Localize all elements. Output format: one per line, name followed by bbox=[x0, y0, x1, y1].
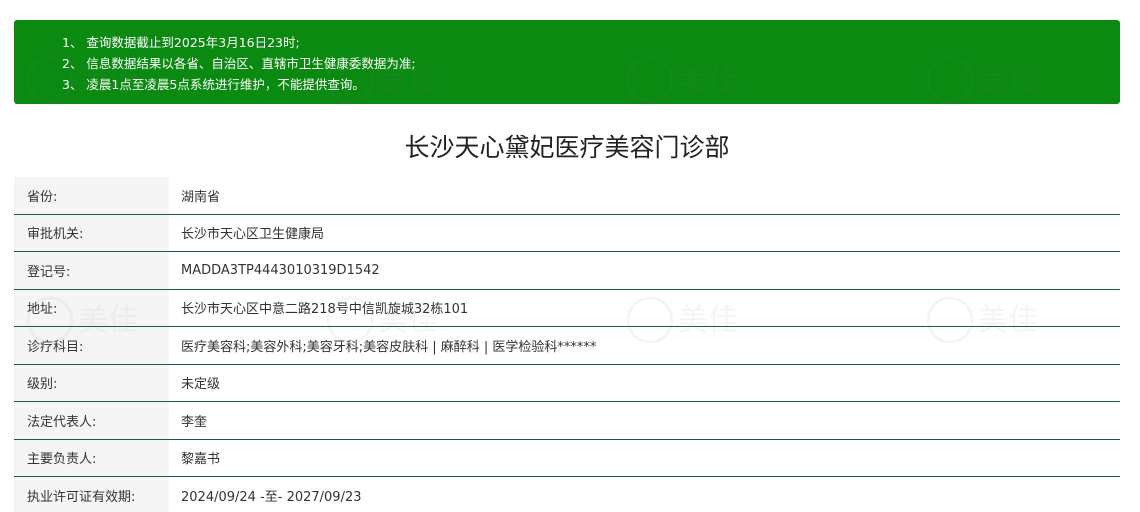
table-row: 登记号: MADDA3TP4443010319D1542 bbox=[14, 252, 1120, 290]
row-label: 主要负责人: bbox=[14, 439, 169, 476]
row-label: 诊疗科目: bbox=[14, 327, 169, 364]
row-value: 长沙市天心区卫生健康局 bbox=[181, 227, 325, 243]
notice-banner: 1、 查询数据截止到2025年3月16日23时; 2、 信息数据结果以各省、自治… bbox=[14, 20, 1120, 104]
table-row: 法定代表人: 李奎 bbox=[14, 402, 1120, 440]
table-row: 级别: 未定级 bbox=[14, 364, 1120, 402]
row-value: 医疗美容科;美容外科;美容牙科;美容皮肤科 | 麻醉科 | 医学检验科*****… bbox=[181, 339, 597, 355]
table-row: 省份: 湖南省 bbox=[14, 177, 1120, 215]
row-label: 执业许可证有效期: bbox=[14, 477, 169, 512]
notice-line-3: 3、 凌晨1点至凌晨5点系统进行维护，不能提供查询。 bbox=[62, 77, 365, 92]
row-value: 未定级 bbox=[181, 377, 221, 393]
row-value: MADDA3TP4443010319D1542 bbox=[181, 262, 380, 278]
row-value: 李奎 bbox=[181, 414, 208, 430]
notice-line-1: 1、 查询数据截止到2025年3月16日23时; bbox=[62, 35, 300, 50]
row-value: 长沙市天心区中意二路218号中信凯旋城32栋101 bbox=[181, 302, 469, 318]
page-title: 长沙天心黛妃医疗美容门诊部 bbox=[404, 133, 730, 162]
row-label: 法定代表人: bbox=[14, 402, 169, 439]
row-label: 省份: bbox=[14, 177, 169, 214]
table-row: 执业许可证有效期: 2024/09/24 -至- 2027/09/23 bbox=[14, 477, 1120, 512]
table-row: 主要负责人: 黎嘉书 bbox=[14, 439, 1120, 477]
row-label: 登记号: bbox=[14, 252, 169, 289]
row-value: 湖南省 bbox=[181, 189, 221, 205]
table-row: 诊疗科目: 医疗美容科;美容外科;美容牙科;美容皮肤科 | 麻醉科 | 医学检验… bbox=[14, 327, 1120, 365]
row-value: 2024/09/24 -至- 2027/09/23 bbox=[181, 490, 362, 506]
row-label: 地址: bbox=[14, 289, 169, 326]
notice-line-2: 2、 信息数据结果以各省、自治区、直辖市卫生健康委数据为准; bbox=[62, 56, 416, 71]
page: 1、 查询数据截止到2025年3月16日23时; 2、 信息数据结果以各省、自治… bbox=[0, 0, 1140, 512]
row-value: 黎嘉书 bbox=[181, 452, 221, 468]
row-label: 级别: bbox=[14, 364, 169, 401]
row-label: 审批机关: bbox=[14, 214, 169, 251]
info-table: 省份: 湖南省 审批机关: 长沙市天心区卫生健康局 登记号: MADDA3TP4… bbox=[14, 177, 1120, 512]
table-row: 审批机关: 长沙市天心区卫生健康局 bbox=[14, 214, 1120, 252]
table-row: 地址: 长沙市天心区中意二路218号中信凯旋城32栋101 bbox=[14, 289, 1120, 327]
